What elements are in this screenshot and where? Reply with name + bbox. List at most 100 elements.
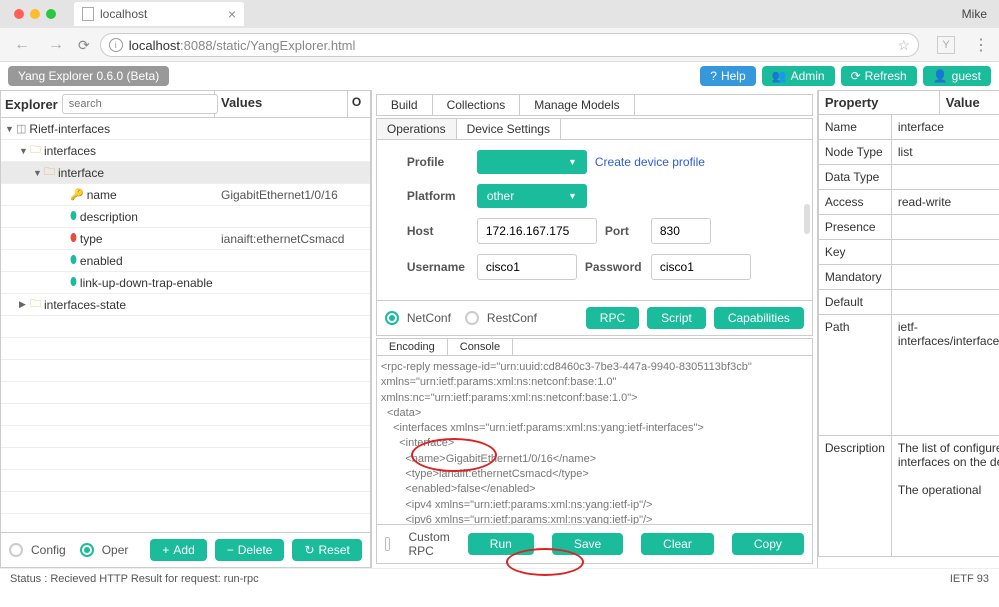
property-row: Data Type [818, 165, 999, 190]
search-input[interactable] [62, 94, 218, 114]
caret-icon[interactable]: ▼ [5, 124, 13, 134]
properties-header: Property Value [818, 90, 999, 115]
save-button[interactable]: Save [552, 533, 623, 555]
property-col-header: Property [819, 91, 940, 114]
run-button[interactable]: Run [468, 533, 534, 555]
tree-row[interactable]: ▼🗀interface [1, 162, 370, 184]
tree-row[interactable]: ▼◫Rietf-interfaces [1, 118, 370, 140]
extension-icon[interactable]: Y [937, 36, 955, 54]
tree-row[interactable]: ⬮enabled [1, 250, 370, 272]
tree-row[interactable]: ⬮description [1, 206, 370, 228]
tree-label: interfaces-state [44, 298, 126, 312]
tree-row[interactable]: ▼🗀interfaces [1, 140, 370, 162]
help-icon: ? [710, 69, 717, 83]
caret-icon[interactable]: ▶ [19, 299, 27, 310]
forward-icon[interactable]: → [44, 36, 68, 54]
reload-icon[interactable]: ⟳ [78, 37, 90, 54]
explorer-header: Explorer Values O [0, 90, 371, 118]
copy-button[interactable]: Copy [732, 533, 804, 555]
caret-icon[interactable]: ▼ [33, 168, 41, 178]
explorer-footer: Config Oper + Add − Delete ↻ Reset [0, 533, 371, 568]
tab-encoding[interactable]: Encoding [377, 339, 448, 355]
netconf-label: NetConf [407, 311, 451, 325]
tab-console[interactable]: Console [448, 339, 513, 355]
property-row: Pathietf-interfaces/interfaces/interface [818, 315, 999, 436]
capabilities-button[interactable]: Capabilities [714, 307, 804, 329]
oper-radio[interactable] [80, 543, 94, 557]
admin-button[interactable]: 👥Admin [762, 66, 835, 86]
package-icon: ◫ [16, 122, 26, 135]
guest-button[interactable]: 👤guest [923, 66, 991, 86]
browser-user: Mike [962, 7, 999, 21]
back-icon[interactable]: ← [10, 36, 34, 54]
netconf-radio[interactable] [385, 311, 399, 325]
tab-device-settings[interactable]: Device Settings [457, 119, 561, 139]
device-form: Profile Create device profile Platform o… [376, 140, 813, 301]
config-radio[interactable] [9, 543, 23, 557]
property-row: DescriptionThe list of configured interf… [818, 436, 999, 557]
script-button[interactable]: Script [647, 307, 706, 329]
folder-icon: 🗀 [44, 163, 55, 182]
page-icon [82, 7, 94, 21]
create-profile-link[interactable]: Create device profile [595, 155, 705, 169]
host-input[interactable] [477, 218, 597, 244]
tree-row[interactable]: 🔑nameGigabitEthernet1/0/16 [1, 184, 370, 206]
property-key: Data Type [819, 165, 892, 189]
platform-dropdown[interactable]: other [477, 184, 587, 208]
url-input[interactable]: i localhost:8088/static/YangExplorer.htm… [100, 33, 919, 57]
maximize-window-icon[interactable] [46, 9, 56, 19]
help-button[interactable]: ?Help [700, 66, 755, 86]
sub-tabs: Operations Device Settings [376, 118, 813, 140]
clear-button[interactable]: Clear [641, 533, 714, 555]
username-label: Username [407, 260, 469, 274]
property-key: Path [819, 315, 892, 435]
tree-row[interactable]: ⬮typeianaift:ethernetCsmacd [1, 228, 370, 250]
status-text: Status : Recieved HTTP Result for reques… [10, 573, 259, 585]
explorer-tree[interactable]: ▼◫Rietf-interfaces▼🗀interfaces▼🗀interfac… [0, 118, 371, 533]
tab-manage-models[interactable]: Manage Models [520, 95, 634, 115]
port-input[interactable] [651, 218, 711, 244]
bookmark-icon[interactable]: ☆ [897, 37, 910, 54]
rpc-button[interactable]: RPC [586, 307, 639, 329]
custom-rpc-checkbox[interactable] [385, 537, 391, 551]
url-path: :8088/static/YangExplorer.html [180, 38, 355, 53]
encoding-tabs: Encoding Console [376, 338, 813, 356]
close-window-icon[interactable] [14, 9, 24, 19]
tree-row[interactable]: ⬮link-up-down-trap-enable [1, 272, 370, 294]
tab-collections[interactable]: Collections [433, 95, 521, 115]
menu-icon[interactable]: ⋮ [973, 35, 989, 55]
main-tabs: Build Collections Manage Models [376, 94, 813, 116]
tree-row[interactable]: ▶🗀interfaces-state [1, 294, 370, 316]
leaf-icon: ⬮ [70, 210, 77, 223]
close-tab-icon[interactable]: × [228, 6, 236, 22]
encoding-footer: Custom RPC Run Save Clear Copy [376, 525, 813, 564]
site-info-icon[interactable]: i [109, 38, 123, 52]
add-button[interactable]: + Add [150, 539, 206, 561]
rpc-output[interactable]: <rpc-reply message-id="urn:uuid:cd8460c3… [376, 356, 813, 525]
build-panel: Build Collections Manage Models Operatio… [372, 90, 818, 568]
password-input[interactable] [651, 254, 751, 280]
status-bar: Status : Recieved HTTP Result for reques… [0, 568, 999, 588]
delete-button[interactable]: − Delete [215, 539, 285, 561]
folder-icon: 🗀 [30, 295, 41, 314]
leaf-icon: ⬮ [70, 254, 77, 267]
refresh-button[interactable]: ⟳Refresh [841, 66, 917, 86]
tab-build[interactable]: Build [377, 95, 433, 115]
port-label: Port [605, 224, 643, 238]
plus-icon: + [162, 543, 169, 557]
profile-dropdown[interactable] [477, 150, 587, 174]
minus-icon: − [227, 543, 234, 557]
reset-button[interactable]: ↻ Reset [292, 539, 361, 561]
properties-panel: Property Value NameinterfaceNode Typelis… [818, 90, 999, 568]
url-host: localhost [129, 38, 180, 53]
form-scrollbar[interactable] [804, 204, 810, 234]
username-input[interactable] [477, 254, 577, 280]
explorer-title: Explorer [5, 97, 58, 112]
tree-value: ianaift:ethernetCsmacd [215, 232, 370, 246]
tab-operations[interactable]: Operations [377, 119, 457, 139]
restconf-radio[interactable] [465, 311, 479, 325]
caret-icon[interactable]: ▼ [19, 146, 27, 156]
browser-tab[interactable]: localhost × [74, 2, 244, 26]
minimize-window-icon[interactable] [30, 9, 40, 19]
config-label: Config [31, 543, 66, 557]
